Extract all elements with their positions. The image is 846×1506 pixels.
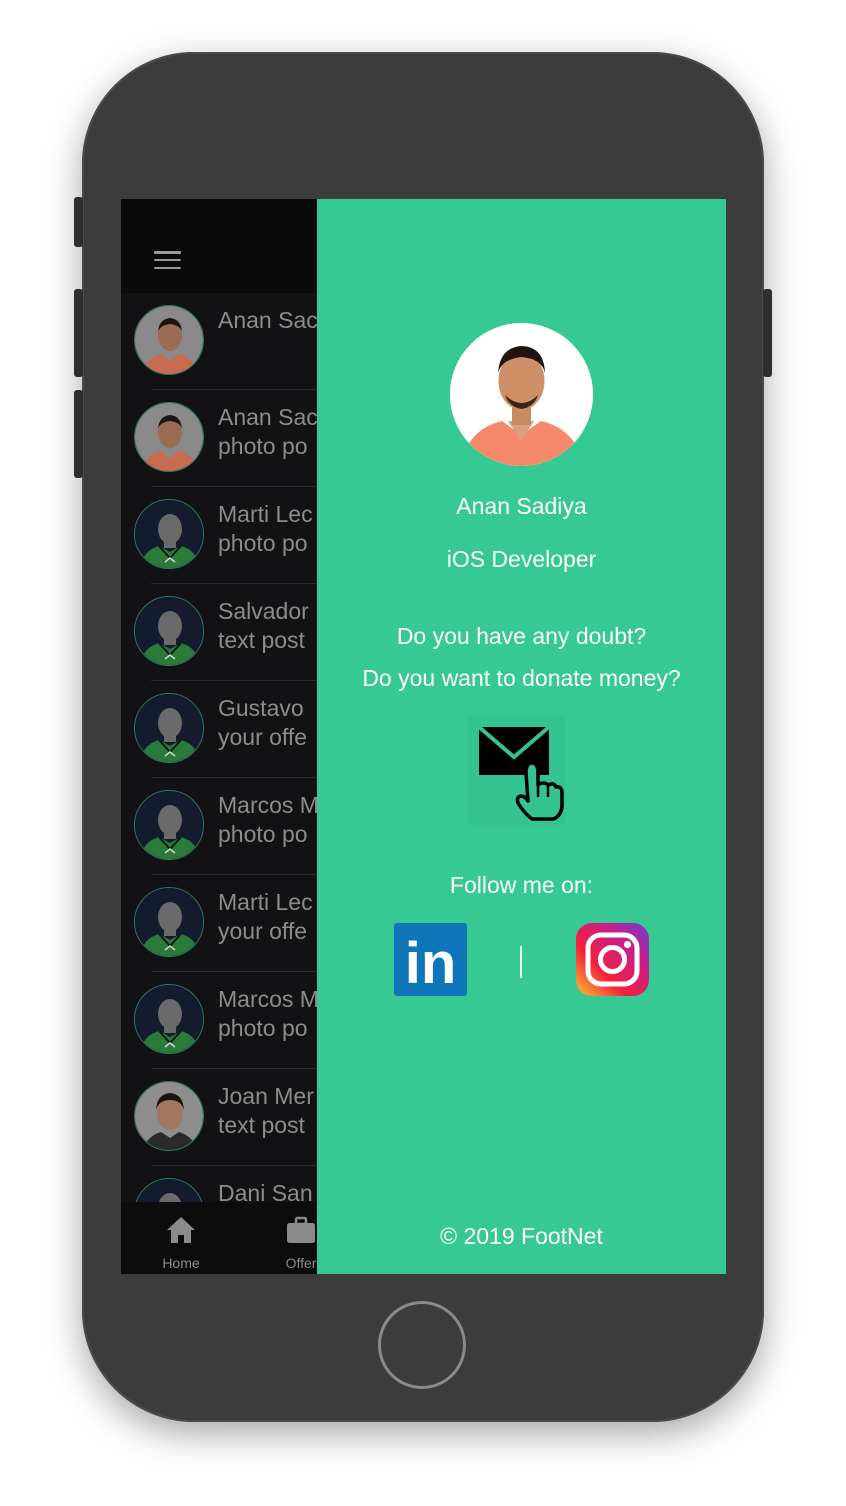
list-item-name: Anan Sac xyxy=(218,307,318,333)
list-item-name: Anan Sac xyxy=(218,404,318,430)
mute-switch xyxy=(74,197,83,247)
social-divider xyxy=(520,946,522,978)
list-item-name: Gustavo xyxy=(218,695,304,721)
list-item-subtitle: text post xyxy=(218,1112,305,1138)
instagram-icon[interactable] xyxy=(576,923,649,996)
power-button xyxy=(763,289,772,377)
profile-name: Anan Sadiya xyxy=(456,493,587,519)
avatar xyxy=(134,887,204,957)
list-item-subtitle: photo po xyxy=(218,530,308,556)
screen: Anan Sac Anan Sac photo po Marti Lec photo p… xyxy=(121,199,726,1274)
copyright: © 2019 FootNet xyxy=(440,1223,603,1249)
list-item-subtitle: your offe xyxy=(218,724,308,750)
list-item-subtitle: photo po xyxy=(218,433,308,459)
volume-up-button xyxy=(74,289,83,377)
list-item-name: Marcos M xyxy=(218,792,319,818)
hamburger-icon[interactable] xyxy=(154,251,181,270)
list-item-subtitle: text post xyxy=(218,627,305,653)
avatar xyxy=(134,790,204,860)
follow-label: Follow me on: xyxy=(449,872,594,898)
avatar xyxy=(134,693,204,763)
list-item-subtitle: photo po xyxy=(218,1015,308,1041)
home-button[interactable] xyxy=(378,1301,466,1389)
profile-role: iOS Developer xyxy=(446,546,597,572)
avatar xyxy=(134,984,204,1054)
tab-home-label: Home xyxy=(162,1255,200,1271)
avatar xyxy=(134,1178,204,1202)
side-drawer: Anan Sadiya iOS Developer Do you have an… xyxy=(317,199,726,1274)
linkedin-icon[interactable]: in xyxy=(394,923,467,996)
mail-tap-icon[interactable] xyxy=(468,715,565,825)
avatar xyxy=(134,305,204,375)
tab-home[interactable]: Home xyxy=(121,1202,241,1274)
list-item-name: Marti Lec xyxy=(218,889,313,915)
profile-photo xyxy=(450,323,593,466)
avatar xyxy=(134,402,204,472)
doubt-question: Do you have any doubt? xyxy=(396,623,647,649)
list-item-subtitle: photo po xyxy=(218,821,308,847)
list-item-name: Marti Lec xyxy=(218,501,313,527)
list-item-name: Salvador xyxy=(218,598,309,624)
briefcase-icon xyxy=(287,1216,315,1243)
home-icon xyxy=(167,1217,195,1243)
list-item-subtitle: your offe xyxy=(218,918,308,944)
avatar xyxy=(134,1081,204,1151)
avatar xyxy=(134,499,204,569)
list-item-name: Joan Mer xyxy=(218,1083,314,1109)
list-item-name: Marcos M xyxy=(218,986,319,1012)
donate-question: Do you want to donate money? xyxy=(362,665,681,691)
svg-text:in: in xyxy=(405,931,457,996)
avatar xyxy=(134,596,204,666)
volume-down-button xyxy=(74,390,83,478)
list-item-name: Dani San xyxy=(218,1180,313,1202)
